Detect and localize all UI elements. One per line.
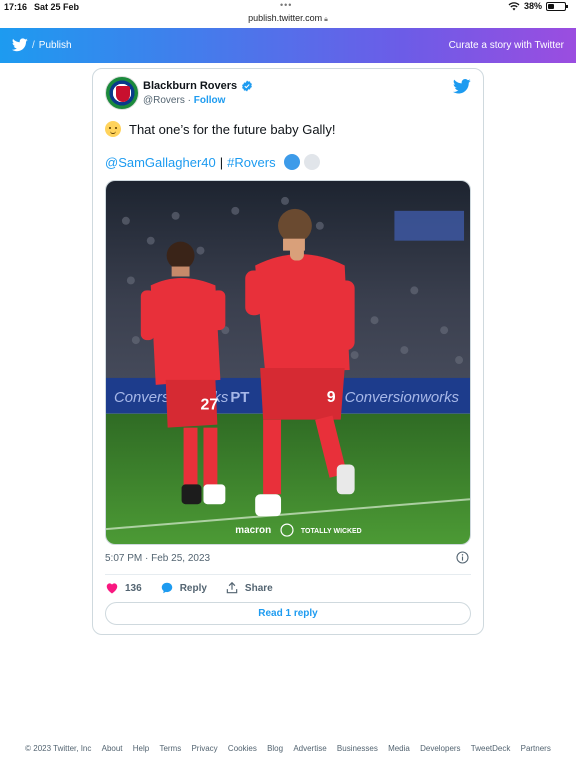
heart-icon — [106, 583, 118, 594]
sponsor-macron: macron — [235, 525, 271, 536]
reply-button[interactable]: Reply — [160, 581, 207, 595]
wifi-icon — [508, 2, 520, 11]
publish-brand[interactable]: / Publish — [12, 38, 72, 52]
author-handle[interactable]: @Rovers — [143, 95, 185, 106]
footer-copyright: © 2023 Twitter, Inc — [25, 744, 92, 753]
tweet-actions: 136 Reply Share — [105, 581, 291, 595]
footer-link-developers[interactable]: Developers — [420, 744, 460, 753]
tweet-timestamp[interactable]: 5:07 PM · Feb 25, 2023 — [105, 553, 210, 564]
reply-label: Reply — [179, 582, 207, 594]
text-separator: | — [219, 154, 224, 170]
board-text-2: PT — [230, 390, 249, 406]
footer-link-partners[interactable]: Partners — [521, 744, 551, 753]
twitter-logo-icon[interactable] — [453, 79, 471, 94]
curate-story-link[interactable]: Curate a story with Twitter — [449, 40, 564, 51]
footer-link-advertise[interactable]: Advertise — [293, 744, 326, 753]
footer-link-businesses[interactable]: Businesses — [337, 744, 378, 753]
tweet-text-line2: @SamGallagher40 | #Rovers — [105, 154, 320, 170]
baby-emoji-icon — [105, 121, 121, 137]
status-time: 17:16 — [4, 2, 28, 12]
footer-link-media[interactable]: Media — [388, 744, 410, 753]
club-crest-icon — [116, 86, 130, 102]
footer-links: © 2023 Twitter, Inc About Help Terms Pri… — [0, 744, 576, 753]
handle-dot: · — [187, 95, 191, 106]
reply-bubble-icon — [161, 582, 172, 594]
battery-percent: 38% — [523, 1, 542, 11]
status-right: 38% — [508, 1, 568, 11]
publish-header: / Publish Curate a story with Twitter — [0, 28, 576, 63]
battery-icon — [546, 1, 568, 11]
embedded-tweet: Blackburn Rovers @Rovers · Follow That o… — [92, 68, 484, 635]
status-bar: 17:16 Sat 25 Feb ••• 38% — [0, 0, 576, 14]
handle-row: @Rovers · Follow — [143, 95, 225, 106]
hashtag-link[interactable]: #Rovers — [227, 155, 275, 170]
author-name[interactable]: Blackburn Rovers — [143, 80, 237, 92]
footer-link-cookies[interactable]: Cookies — [228, 744, 257, 753]
multitasking-dots-icon[interactable]: ••• — [280, 0, 292, 10]
divider — [105, 574, 471, 575]
sponsor-totally-wicked: TOTALLY WICKED — [301, 528, 362, 535]
blue-circle-emoji-icon — [283, 154, 300, 170]
footer-link-privacy[interactable]: Privacy — [191, 744, 217, 753]
white-circle-emoji-icon — [303, 154, 320, 170]
board-text-3: Conversionworks — [345, 390, 460, 406]
address-bar[interactable]: publish.twitter.com 🔒︎ — [0, 13, 576, 27]
tweet-text-line1: That one’s for the future baby Gally! — [105, 121, 335, 137]
footer-link-blog[interactable]: Blog — [267, 744, 283, 753]
footer-link-terms[interactable]: Terms — [159, 744, 181, 753]
follow-button[interactable]: Follow — [194, 95, 226, 106]
status-date: Sat 25 Feb — [34, 2, 80, 12]
author-row: Blackburn Rovers — [143, 80, 253, 92]
football-celebration-image: Conversionworks PT Conversionworks 27 — [106, 181, 470, 544]
twitter-bird-icon — [12, 38, 28, 52]
battery-fill — [548, 3, 555, 9]
avatar[interactable] — [105, 76, 139, 110]
shirt-number-left: 27 — [200, 397, 218, 414]
tweet-photo[interactable]: Conversionworks PT Conversionworks 27 — [105, 180, 471, 545]
footer-link-help[interactable]: Help — [133, 744, 149, 753]
like-button[interactable]: 136 — [105, 581, 142, 595]
lock-icon: 🔒︎ — [324, 16, 328, 23]
brand-separator: / — [32, 39, 35, 51]
read-replies-button[interactable]: Read 1 reply — [105, 602, 471, 625]
mention-link[interactable]: @SamGallagher40 — [105, 155, 216, 170]
share-label: Share — [244, 582, 273, 594]
info-icon[interactable] — [456, 551, 469, 564]
like-count: 136 — [125, 582, 142, 594]
brand-label: Publish — [38, 39, 72, 51]
share-icon — [226, 581, 238, 594]
footer-link-tweetdeck[interactable]: TweetDeck — [471, 744, 511, 753]
footer-link-about[interactable]: About — [102, 744, 123, 753]
verified-badge-icon — [242, 80, 253, 92]
shirt-number-right: 9 — [327, 389, 336, 406]
tweet-text: That one’s for the future baby Gally! — [129, 121, 336, 137]
url-text[interactable]: publish.twitter.com — [248, 13, 322, 23]
share-button[interactable]: Share — [225, 581, 273, 595]
